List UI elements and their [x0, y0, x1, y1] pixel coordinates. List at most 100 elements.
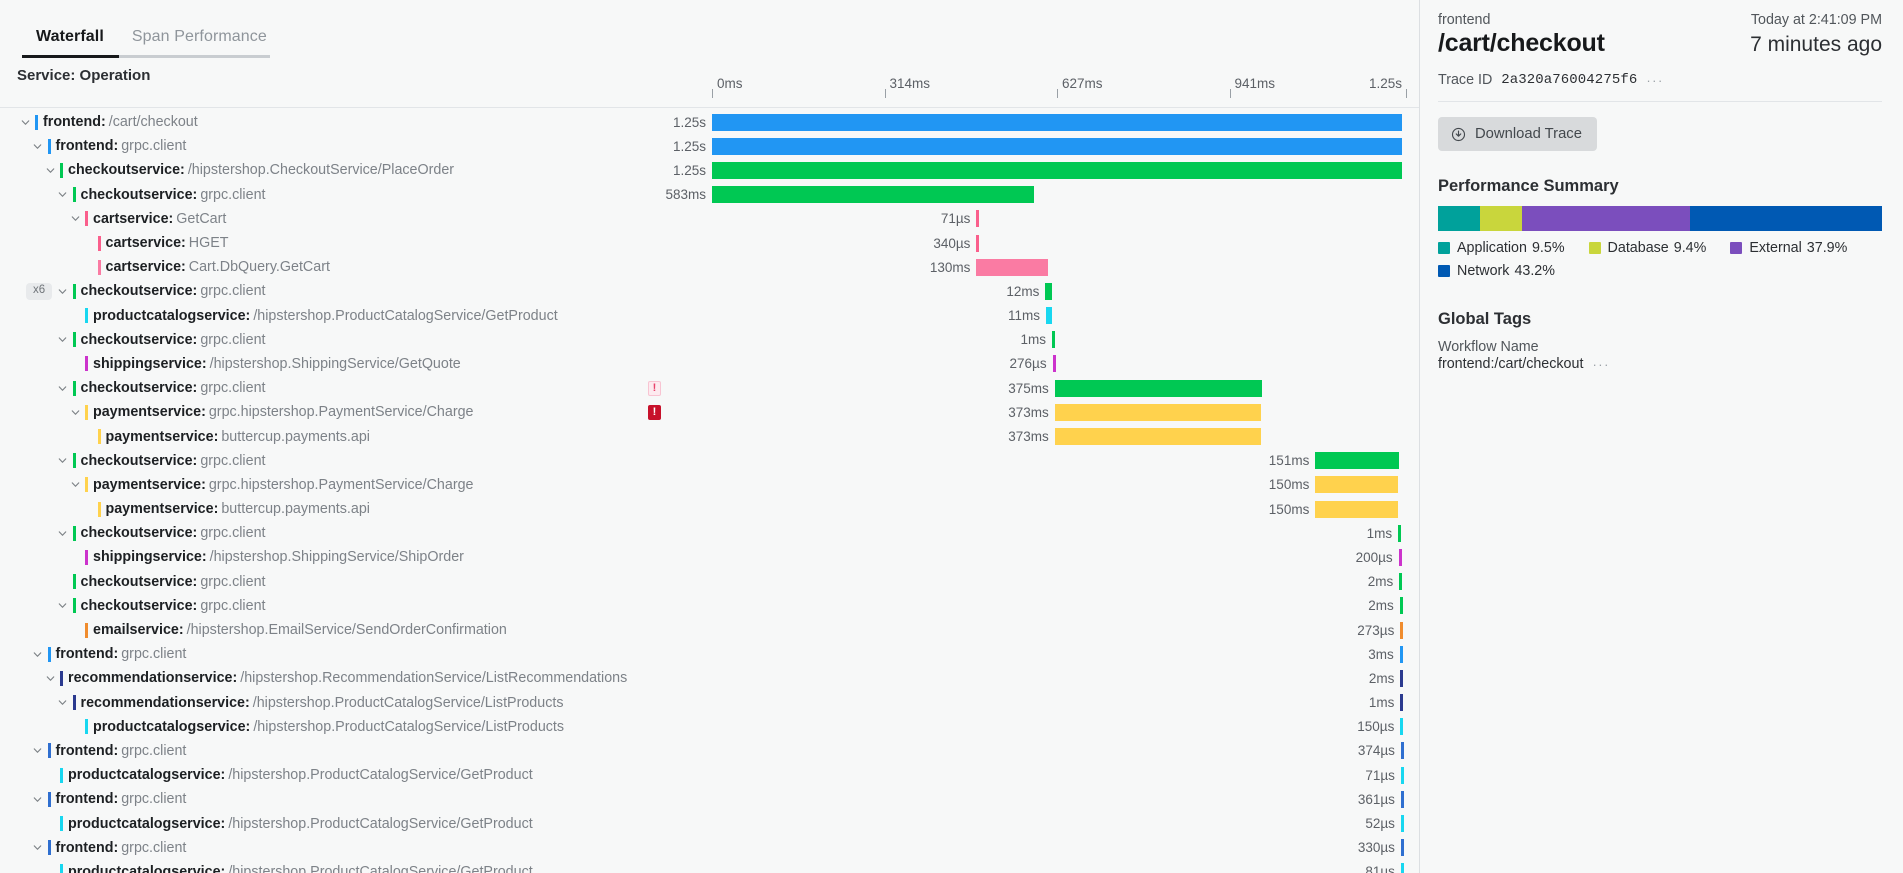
span-label[interactable]: recommendationservice:/hipstershop.Produ… — [0, 691, 563, 715]
span-label[interactable]: productcatalogservice:/hipstershop.Produ… — [0, 860, 533, 873]
span-row[interactable]: cartservice: HGET 340µs — [0, 231, 1419, 255]
span-duration-bar[interactable] — [1400, 766, 1404, 784]
span-duration-bar[interactable] — [1045, 282, 1053, 300]
span-label[interactable]: paymentservice: buttercup.payments.api — [0, 497, 370, 521]
error-badge-icon[interactable]: ! — [648, 404, 661, 420]
span-duration-bar[interactable] — [712, 113, 1402, 131]
span-label[interactable]: checkoutservice: grpc.client — [0, 449, 266, 473]
span-duration-bar[interactable] — [976, 210, 980, 228]
span-label[interactable]: checkoutservice: grpc.client — [0, 521, 266, 545]
repeat-count-badge[interactable]: x6 — [26, 283, 53, 300]
chevron-down-icon[interactable] — [55, 283, 71, 299]
span-label[interactable]: shippingservice:/hipstershop.ShippingSer… — [0, 545, 464, 569]
span-label[interactable]: productcatalogservice:/hipstershop.Produ… — [0, 304, 558, 328]
span-duration-bar[interactable] — [1052, 355, 1056, 373]
span-row[interactable]: paymentservice: grpc.hipstershop.PaymentS… — [0, 473, 1419, 497]
span-label[interactable]: paymentservice: buttercup.payments.api — [0, 424, 370, 448]
span-label[interactable]: checkoutservice: grpc.client — [0, 328, 266, 352]
span-label[interactable]: frontend: grpc.client — [0, 642, 186, 666]
span-label[interactable]: checkoutservice: grpc.client — [0, 570, 266, 594]
span-duration-bar[interactable] — [1054, 403, 1261, 421]
chevron-down-icon[interactable] — [30, 840, 46, 856]
span-label[interactable]: frontend: grpc.client — [0, 134, 186, 158]
span-row[interactable]: emailservice:/hipstershop.EmailService/S… — [0, 618, 1419, 642]
chevron-down-icon[interactable] — [55, 598, 71, 614]
chevron-down-icon[interactable] — [55, 187, 71, 203]
span-duration-bar[interactable] — [1399, 645, 1403, 663]
span-duration-bar[interactable] — [1400, 742, 1404, 760]
span-row[interactable]: recommendationservice:/hipstershop.Recom… — [0, 666, 1419, 690]
span-row[interactable]: productcatalogservice:/hipstershop.Produ… — [0, 304, 1419, 328]
span-label[interactable]: checkoutservice: grpc.client — [0, 594, 266, 618]
span-row[interactable]: checkoutservice: grpc.client 151ms — [0, 449, 1419, 473]
span-row[interactable]: shippingservice:/hipstershop.ShippingSer… — [0, 545, 1419, 569]
span-duration-bar[interactable] — [1400, 694, 1404, 712]
span-label[interactable]: paymentservice: grpc.hipstershop.PaymentS… — [0, 400, 473, 424]
chevron-down-icon[interactable] — [67, 477, 83, 493]
chevron-down-icon[interactable] — [30, 791, 46, 807]
chevron-down-icon[interactable] — [55, 453, 71, 469]
tab-waterfall[interactable]: Waterfall — [22, 28, 118, 58]
span-row[interactable]: frontend: grpc.client 361µs — [0, 787, 1419, 811]
global-tag-overflow-icon[interactable]: ··· — [1592, 357, 1610, 372]
span-duration-bar[interactable] — [1400, 621, 1404, 639]
span-row[interactable]: productcatalogservice:/hipstershop.Produ… — [0, 715, 1419, 739]
chevron-down-icon[interactable] — [30, 646, 46, 662]
span-row[interactable]: checkoutservice: grpc.client! 375ms — [0, 376, 1419, 400]
span-label[interactable]: frontend: grpc.client — [0, 836, 186, 860]
chevron-down-icon[interactable] — [67, 211, 83, 227]
span-rows[interactable]: frontend:/cart/checkout 1.25s frontend: grp… — [0, 110, 1419, 873]
span-duration-bar[interactable] — [712, 161, 1402, 179]
span-row[interactable]: recommendationservice:/hipstershop.Produ… — [0, 691, 1419, 715]
span-duration-bar[interactable] — [1315, 500, 1399, 518]
span-duration-bar[interactable] — [1054, 379, 1262, 397]
span-label[interactable]: frontend: grpc.client — [0, 739, 186, 763]
span-label[interactable]: shippingservice:/hipstershop.ShippingSer… — [0, 352, 461, 376]
warning-badge-icon[interactable]: ! — [648, 380, 661, 396]
tab-span-performance[interactable]: Span Performance — [118, 28, 281, 58]
span-row[interactable]: cartservice: GetCart 71µs — [0, 207, 1419, 231]
chevron-down-icon[interactable] — [30, 138, 46, 154]
chevron-down-icon[interactable] — [55, 332, 71, 348]
span-row[interactable]: paymentservice: buttercup.payments.api 373… — [0, 424, 1419, 448]
span-row[interactable]: frontend: grpc.client 374µs — [0, 739, 1419, 763]
span-row[interactable]: paymentservice: buttercup.payments.api 150… — [0, 497, 1419, 521]
span-duration-bar[interactable] — [1315, 476, 1399, 494]
span-row[interactable]: cartservice: Cart.DbQuery.GetCart 130ms — [0, 255, 1419, 279]
span-label[interactable]: checkoutservice: grpc.client — [0, 376, 266, 400]
span-duration-bar[interactable] — [1399, 573, 1403, 591]
download-trace-button[interactable]: Download Trace — [1438, 117, 1597, 151]
span-row[interactable]: frontend:/cart/checkout 1.25s — [0, 110, 1419, 134]
span-duration-bar[interactable] — [1054, 428, 1261, 446]
span-label[interactable]: emailservice:/hipstershop.EmailService/S… — [0, 618, 507, 642]
chevron-down-icon[interactable] — [67, 404, 83, 420]
span-row[interactable]: productcatalogservice:/hipstershop.Produ… — [0, 860, 1419, 873]
chevron-down-icon[interactable] — [42, 670, 58, 686]
span-row[interactable]: frontend: grpc.client 1.25s — [0, 134, 1419, 158]
span-row[interactable]: checkoutservice: grpc.client 1ms — [0, 521, 1419, 545]
span-row[interactable]: x6 checkoutservice: grpc.client 12ms — [0, 279, 1419, 303]
span-duration-bar[interactable] — [1052, 331, 1056, 349]
span-label[interactable]: recommendationservice:/hipstershop.Recom… — [0, 666, 627, 690]
span-row[interactable]: checkoutservice: grpc.client 2ms — [0, 594, 1419, 618]
span-row[interactable]: checkoutservice:/hipstershop.CheckoutSer… — [0, 158, 1419, 182]
span-row[interactable]: productcatalogservice:/hipstershop.Produ… — [0, 811, 1419, 835]
span-duration-bar[interactable] — [712, 137, 1402, 155]
span-duration-bar[interactable] — [1400, 839, 1404, 857]
chevron-down-icon[interactable] — [30, 743, 46, 759]
span-duration-bar[interactable] — [1398, 548, 1402, 566]
performance-segment[interactable] — [1480, 206, 1522, 231]
span-label[interactable]: checkoutservice:/hipstershop.CheckoutSer… — [0, 158, 454, 182]
span-duration-bar[interactable] — [1398, 524, 1402, 542]
span-duration-bar[interactable] — [1400, 863, 1404, 873]
performance-segment[interactable] — [1690, 206, 1882, 231]
performance-segment[interactable] — [1438, 206, 1481, 231]
chevron-down-icon[interactable] — [17, 114, 33, 130]
trace-id-overflow-icon[interactable]: ··· — [1646, 73, 1664, 88]
span-label[interactable]: cartservice: Cart.DbQuery.GetCart — [0, 255, 330, 279]
span-duration-bar[interactable] — [1400, 815, 1404, 833]
span-row[interactable]: productcatalogservice:/hipstershop.Produ… — [0, 763, 1419, 787]
span-label[interactable]: cartservice: HGET — [0, 231, 229, 255]
span-duration-bar[interactable] — [976, 258, 1049, 276]
span-row[interactable]: checkoutservice: grpc.client 2ms — [0, 570, 1419, 594]
